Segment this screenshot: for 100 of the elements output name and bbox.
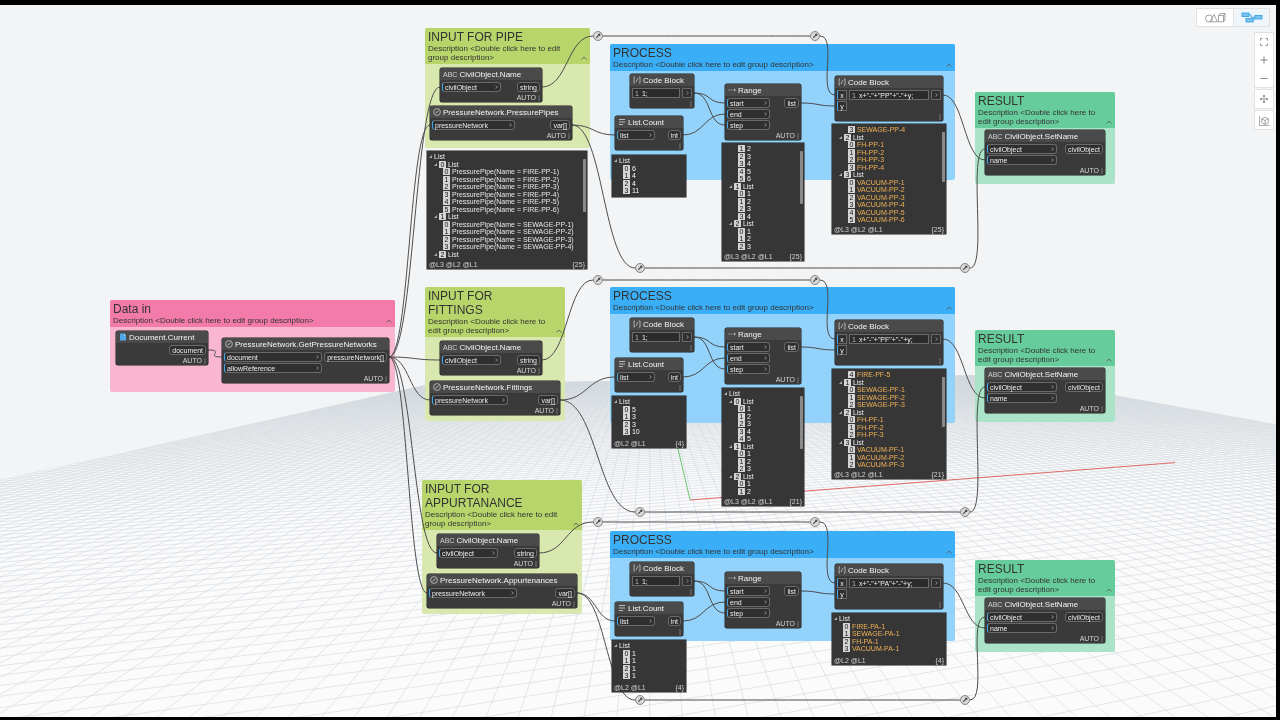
cube-icon <box>1258 114 1270 126</box>
node-graph-icon <box>1240 12 1263 23</box>
output-port[interactable] <box>931 334 941 344</box>
node-title: PressureNetwork.Fittings <box>443 382 533 392</box>
pin-icon[interactable] <box>810 31 820 41</box>
pin-icon[interactable] <box>960 263 970 273</box>
collapse-icon[interactable] <box>946 550 952 554</box>
chevron-icon <box>1050 147 1054 151</box>
node-title: Code Block <box>643 75 684 85</box>
scrollbar[interactable] <box>942 132 945 182</box>
collapse-icon[interactable] <box>946 63 952 67</box>
node-title: CivilObject.Name <box>459 69 522 79</box>
caret-icon[interactable] <box>839 380 842 384</box>
ring-icon <box>433 108 441 116</box>
pin-icon[interactable] <box>635 695 645 705</box>
pin-icon[interactable] <box>810 275 820 285</box>
group-title: PROCESS <box>613 289 673 303</box>
caret-icon[interactable] <box>839 173 842 177</box>
node-title: Document.Current <box>129 332 195 342</box>
chevron-icon <box>934 581 938 585</box>
ring-icon <box>225 340 233 348</box>
view-toggle-button[interactable] <box>1233 9 1269 26</box>
chevron-icon <box>1050 158 1054 162</box>
group-title: INPUT FOR PIPE <box>428 30 525 44</box>
dashed-arrow-icon <box>728 86 736 94</box>
chevron-icon <box>1050 626 1054 630</box>
minus-icon <box>1260 77 1268 79</box>
document-icon <box>119 333 127 341</box>
plus-icon <box>1260 56 1268 64</box>
pin-icon[interactable] <box>635 507 645 517</box>
caret-icon[interactable] <box>839 440 842 444</box>
chevron-icon <box>508 123 512 127</box>
caret-icon[interactable] <box>729 184 732 188</box>
chevron-icon <box>764 356 768 360</box>
group-title: INPUT FOR FITTINGS <box>428 289 494 317</box>
orbit-button[interactable] <box>1254 110 1274 130</box>
scrollbar[interactable] <box>800 151 803 205</box>
group-title: RESULT <box>978 94 1026 108</box>
collapse-icon[interactable] <box>1106 358 1112 362</box>
node-title: List.Count <box>628 359 665 369</box>
output-port[interactable] <box>931 578 941 588</box>
collapse-icon[interactable] <box>386 319 392 323</box>
collapse-icon[interactable] <box>573 522 579 526</box>
pin-icon[interactable] <box>960 695 970 705</box>
collapse-icon[interactable] <box>581 56 587 60</box>
caret-icon[interactable] <box>834 617 837 621</box>
caret-icon[interactable] <box>614 400 617 404</box>
chevron-icon <box>494 358 498 362</box>
collapse-icon[interactable] <box>946 306 952 310</box>
chevron-icon <box>1050 615 1054 619</box>
node-title: CivilObject.SetName <box>1004 131 1079 141</box>
group-title: PROCESS <box>613 533 673 547</box>
pin-icon[interactable] <box>593 517 603 527</box>
collapse-icon[interactable] <box>1106 120 1112 124</box>
group-description: Description <Double click here to edit group description> <box>428 44 562 62</box>
chevron-icon <box>1050 385 1054 389</box>
pin-icon[interactable] <box>810 517 820 527</box>
group-title: Data in <box>113 302 153 316</box>
caret-icon[interactable] <box>614 159 617 163</box>
caret-icon[interactable] <box>729 222 732 226</box>
caret-icon[interactable] <box>839 135 842 139</box>
group-title: RESULT <box>978 562 1026 576</box>
collapse-icon[interactable] <box>1106 588 1112 592</box>
chevron-icon <box>491 551 495 555</box>
connector-wire <box>819 35 836 96</box>
output-port[interactable] <box>682 576 692 586</box>
output-port[interactable] <box>931 90 941 100</box>
caret-icon[interactable] <box>434 215 437 219</box>
pin-icon[interactable] <box>593 31 603 41</box>
chevron-icon <box>649 375 653 379</box>
caret-icon[interactable] <box>729 444 732 448</box>
scrollbar[interactable] <box>942 377 945 427</box>
caret-icon[interactable] <box>839 410 842 414</box>
chevron-icon <box>764 600 768 604</box>
chevron-icon <box>510 591 514 595</box>
node-title: Code Block <box>848 321 889 331</box>
caret-icon[interactable] <box>614 644 617 648</box>
group-description: Description <Double click here to edit group description> <box>425 510 559 528</box>
list-icon <box>618 604 626 612</box>
code-brackets-icon <box>633 76 641 84</box>
pan-button[interactable] <box>1254 89 1274 109</box>
scrollbar[interactable] <box>800 396 803 450</box>
output-port[interactable] <box>682 332 692 342</box>
chevron-icon <box>685 335 689 339</box>
node-title: Code Block <box>848 77 889 87</box>
connector-wire <box>207 349 223 358</box>
output-port[interactable] <box>682 88 692 98</box>
caret-icon[interactable] <box>729 474 732 478</box>
list-icon <box>618 118 626 126</box>
connector-wire <box>800 102 836 107</box>
caret-icon[interactable] <box>434 252 437 256</box>
pin-icon[interactable] <box>960 507 970 517</box>
shapes-icon <box>1204 12 1226 23</box>
collapse-icon[interactable] <box>556 329 562 333</box>
chevron-icon <box>934 93 938 97</box>
pin-icon[interactable] <box>635 263 645 273</box>
pin-icon[interactable] <box>593 275 603 285</box>
connector-wire <box>800 590 836 595</box>
scrollbar[interactable] <box>583 159 586 213</box>
code-brackets-icon <box>633 564 641 572</box>
